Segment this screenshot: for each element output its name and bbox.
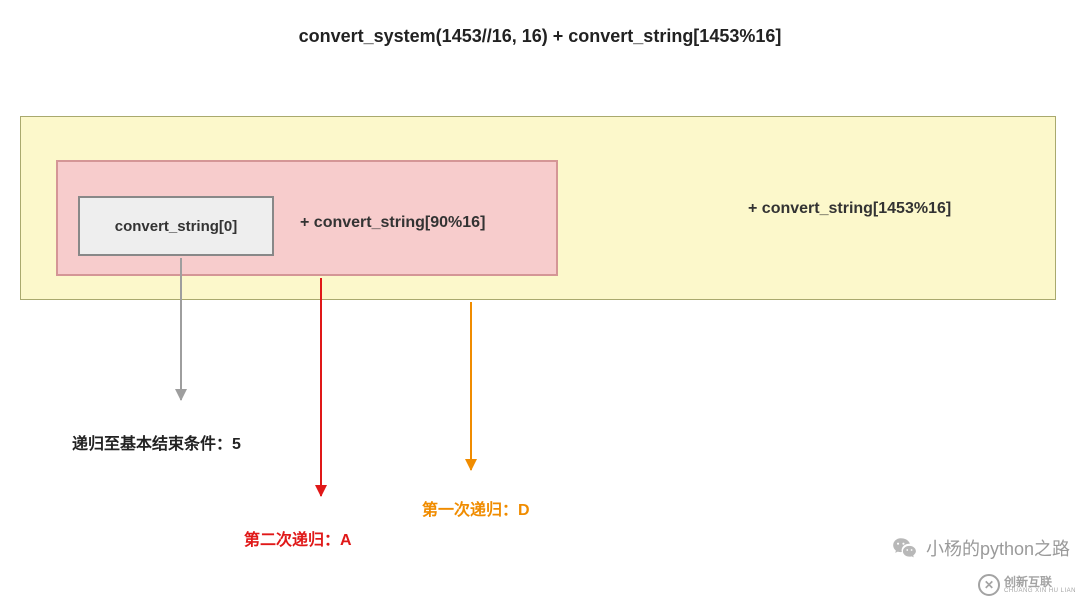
label-base-case: 递归至基本结束条件：5 (72, 430, 241, 454)
wechat-icon (890, 534, 918, 562)
label-second-recursion: 第二次递归：A (244, 526, 352, 550)
base-case-box: convert_string[0] (78, 196, 274, 256)
corner-en: CHUANG XIN HU LIAN (1004, 588, 1076, 594)
base-case-text: convert_string[0] (115, 218, 238, 235)
inner-plus-text: + convert_string[90%16] (300, 214, 485, 232)
wechat-signature: 小杨的python之路 (890, 534, 1070, 562)
arrow-red (320, 278, 322, 496)
corner-cn: 创新互联 (1004, 576, 1076, 588)
corner-logo-icon: ✕ (978, 574, 1000, 596)
outer-plus-text: + convert_string[1453%16] (748, 200, 951, 218)
arrow-orange (470, 302, 472, 470)
wechat-text: 小杨的python之路 (926, 535, 1070, 561)
label-first-recursion: 第一次递归：D (422, 496, 530, 520)
arrow-grey (180, 258, 182, 400)
diagram-title: convert_system(1453//16, 16) + convert_s… (0, 26, 1080, 47)
corner-watermark: ✕ 创新互联 CHUANG XIN HU LIAN (978, 574, 1076, 596)
